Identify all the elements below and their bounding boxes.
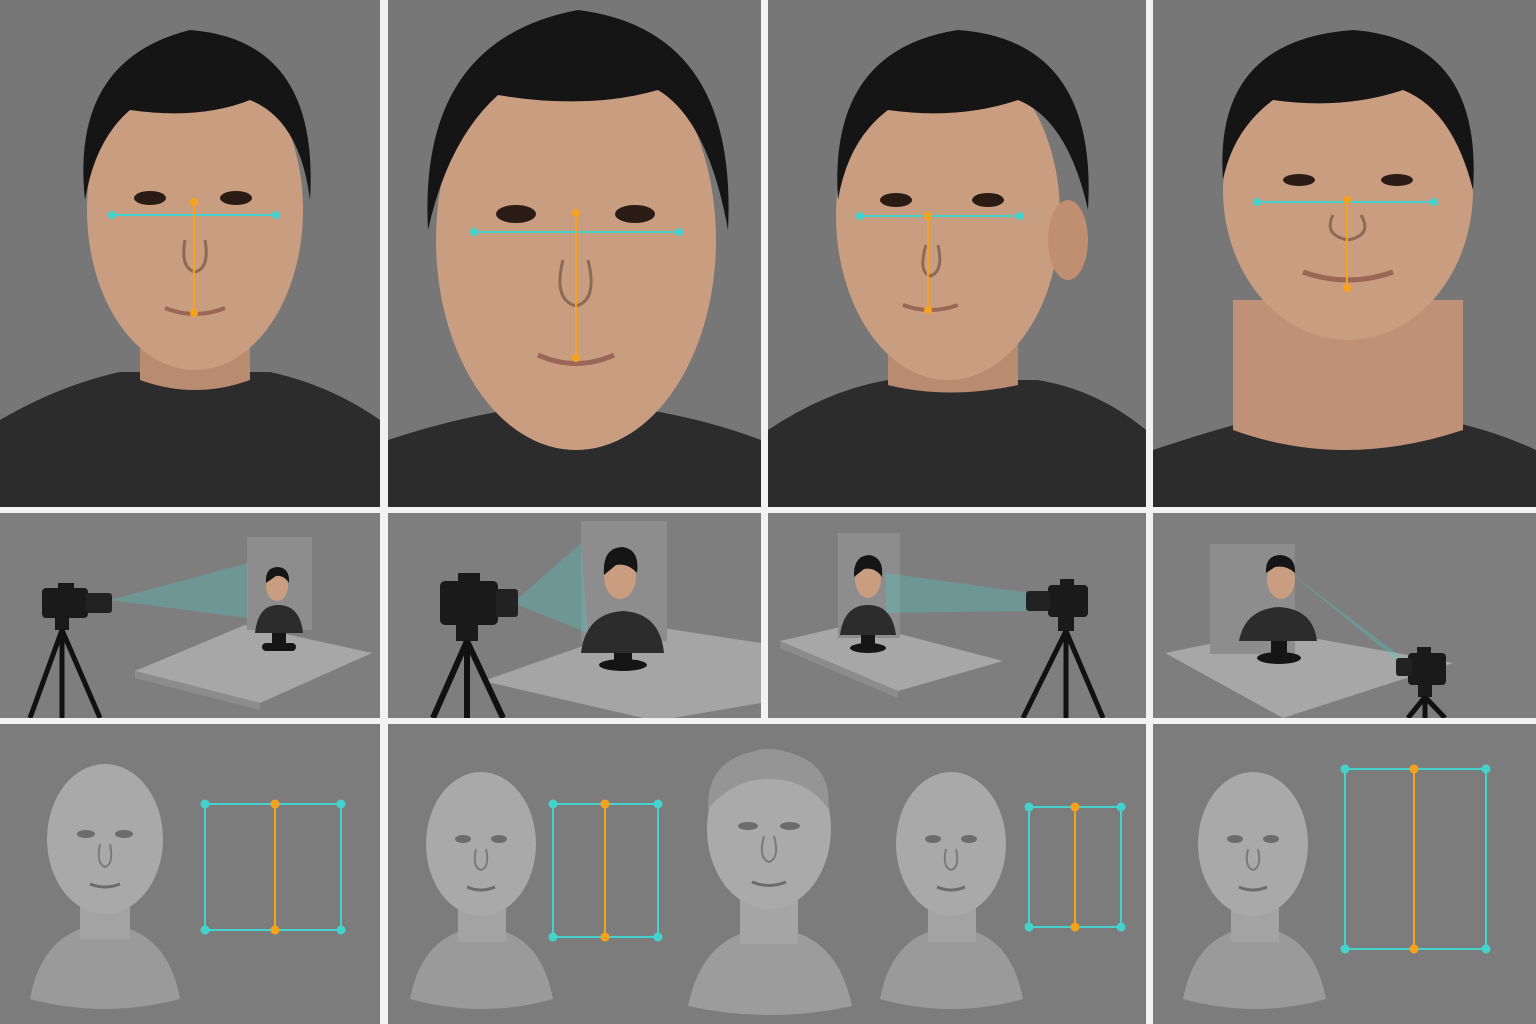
setup-panel-1 bbox=[0, 513, 380, 718]
portrait-front-image bbox=[0, 0, 380, 507]
camera-setup-scene bbox=[388, 513, 761, 718]
portrait-tilted-image bbox=[1153, 0, 1536, 507]
portrait-panel-closeup bbox=[388, 0, 761, 507]
portrait-turned-image bbox=[768, 0, 1146, 507]
bust-tall-frame-scene bbox=[1153, 724, 1536, 1024]
camera-setup-scene bbox=[0, 513, 380, 718]
setup-panel-2 bbox=[388, 513, 761, 718]
setup-panel-4 bbox=[1153, 513, 1536, 718]
portrait-panel-tilted bbox=[1153, 0, 1536, 507]
camera-setup-scene bbox=[768, 513, 1146, 718]
model-panel-left bbox=[0, 724, 380, 1024]
portrait-panel-turned bbox=[768, 0, 1146, 507]
model-panel-center bbox=[388, 724, 1146, 1024]
portrait-closeup-image bbox=[388, 0, 761, 507]
bust-frame-scene bbox=[0, 724, 380, 1024]
setup-panel-3 bbox=[768, 513, 1146, 718]
camera-setup-scene bbox=[1153, 513, 1536, 718]
bust-comparison-scene bbox=[388, 724, 1146, 1024]
portrait-panel-front bbox=[0, 0, 380, 507]
model-panel-right bbox=[1153, 724, 1536, 1024]
